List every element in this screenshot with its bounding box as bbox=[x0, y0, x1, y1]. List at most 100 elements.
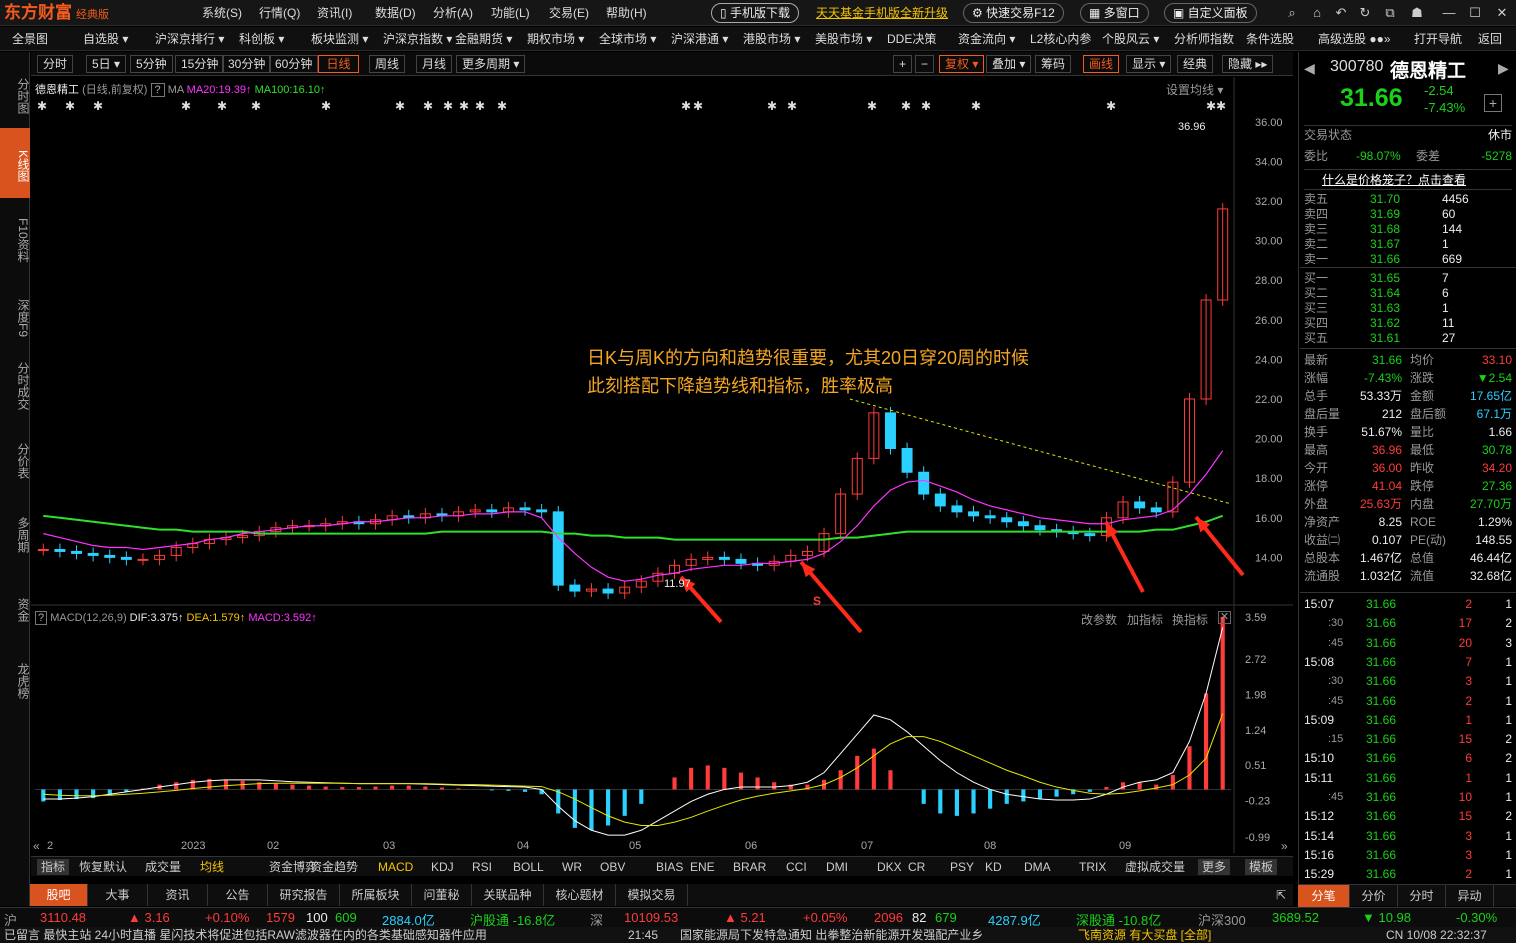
period-15min[interactable]: 15分钟 bbox=[175, 55, 225, 73]
period-more[interactable]: 更多周期 ▾ bbox=[456, 55, 526, 73]
tab-tick-deals[interactable]: 分时成交 bbox=[0, 348, 30, 418]
scroll-right-icon[interactable]: » bbox=[1281, 839, 1288, 853]
event-marker[interactable]: ✱ bbox=[395, 99, 405, 113]
tab-dragon-tiger[interactable]: 龙虎榜 bbox=[0, 648, 30, 708]
btab-research[interactable]: 研究报告 bbox=[268, 884, 340, 906]
period-5day[interactable]: 5日 ▾ bbox=[86, 55, 127, 73]
zoom-in-button[interactable]: + bbox=[893, 55, 913, 73]
nav-hk[interactable]: 港股市场 ▾ bbox=[743, 31, 800, 47]
hide-button[interactable]: 隐藏 ▸▸ bbox=[1222, 55, 1274, 73]
indicator-tab-2[interactable]: 成交量 bbox=[145, 859, 181, 875]
event-marker[interactable]: ✱ bbox=[693, 99, 703, 113]
menu-quotes[interactable]: 行情(Q) bbox=[259, 4, 300, 22]
menu-news[interactable]: 资讯(I) bbox=[317, 4, 352, 22]
tab-f10[interactable]: F10资料 bbox=[0, 202, 30, 272]
screenshot-icon[interactable]: ⧉ bbox=[1382, 5, 1398, 21]
help-icon[interactable]: ? bbox=[150, 83, 165, 97]
period-5min[interactable]: 5分钟 bbox=[130, 55, 173, 73]
status-sz-index[interactable]: 10109.53 bbox=[624, 910, 678, 925]
indicator-tab-22[interactable]: TRIX bbox=[1079, 859, 1106, 875]
indicator-tab-24[interactable]: 更多 bbox=[1198, 859, 1231, 875]
add-watchlist-icon[interactable]: + bbox=[1484, 94, 1502, 112]
kline-chart-area[interactable]: 36.00 34.00 32.00 30.00 28.00 26.00 24.00 22.00… bbox=[31, 77, 1293, 853]
chips-button[interactable]: 筹码 bbox=[1035, 55, 1072, 73]
event-marker[interactable]: ✱ bbox=[93, 99, 103, 113]
nav-open-navigation[interactable]: 打开导航 bbox=[1414, 31, 1462, 47]
indicator-tab-23[interactable]: 虚拟成交量 bbox=[1125, 859, 1185, 875]
indicator-tab-0[interactable]: 指标 bbox=[37, 859, 70, 875]
maximize-icon[interactable]: ☐ bbox=[1467, 5, 1483, 21]
nav-futures[interactable]: 金融期货 ▾ bbox=[455, 31, 512, 47]
tab-kline[interactable]: K线图 bbox=[0, 128, 30, 198]
macd-close-icon[interactable]: ✕ bbox=[1218, 611, 1231, 624]
adjust-button[interactable]: 复权 ▾ bbox=[939, 55, 985, 73]
bid-row[interactable]: 买二 31.64 6 bbox=[1304, 286, 1512, 301]
status-sh-index[interactable]: 3110.48 bbox=[40, 910, 86, 925]
indicator-tab-7[interactable]: KDJ bbox=[431, 859, 454, 875]
rtab-alerts[interactable]: 异动 bbox=[1446, 885, 1494, 907]
indicator-tab-8[interactable]: RSI bbox=[472, 859, 492, 875]
event-marker[interactable]: ✱ bbox=[1206, 99, 1216, 113]
menu-data[interactable]: 数据(D) bbox=[375, 4, 416, 22]
nav-stock-wind[interactable]: 个股风云 ▾ bbox=[1102, 31, 1159, 47]
event-marker[interactable]: ✱ bbox=[497, 99, 507, 113]
macd-add-indicator[interactable]: 加指标 bbox=[1127, 611, 1163, 628]
nav-global[interactable]: 全球市场 ▾ bbox=[599, 31, 656, 47]
next-stock-icon[interactable]: ▶ bbox=[1498, 60, 1509, 77]
custom-panel-button[interactable]: ▣ 自定义面板 bbox=[1164, 3, 1257, 23]
indicator-tab-11[interactable]: OBV bbox=[600, 859, 625, 875]
nav-back[interactable]: 返回 bbox=[1478, 31, 1502, 47]
period-monthly[interactable]: 月线 bbox=[416, 55, 453, 73]
event-marker[interactable]: ✱ bbox=[251, 99, 261, 113]
multi-window-button[interactable]: ▦ 多窗口 bbox=[1080, 3, 1149, 23]
indicator-tab-21[interactable]: DMA bbox=[1024, 859, 1051, 875]
nav-advanced-screener[interactable]: 高级选股 ●●» bbox=[1318, 31, 1391, 47]
period-weekly[interactable]: 周线 bbox=[369, 55, 406, 73]
btab-announcements[interactable]: 公告 bbox=[208, 884, 268, 906]
menu-trade[interactable]: 交易(E) bbox=[549, 4, 589, 22]
event-marker[interactable]: ✱ bbox=[321, 99, 331, 113]
tab-price-table[interactable]: 分价表 bbox=[0, 428, 30, 488]
nav-star-market[interactable]: 科创板 ▾ bbox=[239, 31, 284, 47]
event-marker[interactable]: ✱ bbox=[1216, 99, 1226, 113]
indicator-tab-10[interactable]: WR bbox=[562, 859, 582, 875]
classic-button[interactable]: 经典 bbox=[1177, 55, 1214, 73]
indicator-tab-12[interactable]: BIAS bbox=[656, 859, 683, 875]
ask-row[interactable]: 卖一 31.66 669 bbox=[1304, 252, 1512, 267]
rtab-price[interactable]: 分价 bbox=[1350, 885, 1398, 907]
expand-icon[interactable]: ⇱ bbox=[1270, 884, 1292, 906]
indicator-tab-14[interactable]: BRAR bbox=[733, 859, 766, 875]
nav-us[interactable]: 美股市场 ▾ bbox=[815, 31, 872, 47]
nav-analyst-index[interactable]: 分析师指数 bbox=[1174, 31, 1234, 47]
nav-indices[interactable]: 沪深京指数 ▾ bbox=[383, 31, 452, 47]
event-marker[interactable]: ✱ bbox=[1106, 99, 1116, 113]
macd-menu-icon[interactable]: ? bbox=[35, 611, 48, 625]
rtab-ticks[interactable]: 分笔 bbox=[1298, 885, 1350, 907]
menu-analysis[interactable]: 分析(A) bbox=[433, 4, 473, 22]
event-marker[interactable]: ✱ bbox=[921, 99, 931, 113]
indicator-tab-17[interactable]: DKX bbox=[877, 859, 902, 875]
nav-l2[interactable]: L2核心内参 bbox=[1030, 31, 1091, 47]
nav-fund-flow[interactable]: 资金流向 ▾ bbox=[958, 31, 1015, 47]
scroll-left-icon[interactable]: « bbox=[33, 839, 40, 853]
event-marker[interactable]: ✱ bbox=[181, 99, 191, 113]
event-marker[interactable]: ✱ bbox=[459, 99, 469, 113]
close-icon[interactable]: ✕ bbox=[1494, 5, 1510, 21]
btab-guba[interactable]: 股吧 bbox=[30, 884, 88, 906]
nav-ranking[interactable]: 沪深京排行 ▾ bbox=[155, 31, 224, 47]
nav-connect[interactable]: 沪深港通 ▾ bbox=[671, 31, 728, 47]
indicator-tab-25[interactable]: 模板 bbox=[1245, 859, 1278, 875]
zoom-out-button[interactable]: − bbox=[915, 55, 935, 73]
tab-funds[interactable]: 资金 bbox=[0, 582, 30, 632]
back-icon[interactable]: ↶ bbox=[1333, 5, 1349, 21]
event-marker[interactable]: ✱ bbox=[971, 99, 981, 113]
rtab-time[interactable]: 分时 bbox=[1398, 885, 1446, 907]
home-icon[interactable]: ⌂ bbox=[1309, 5, 1325, 21]
bid-row[interactable]: 买四 31.62 11 bbox=[1304, 316, 1512, 331]
event-marker[interactable]: ✱ bbox=[867, 99, 877, 113]
news-alert[interactable]: 飞南资源 有大买盘 [全部] bbox=[1078, 927, 1211, 943]
fund-promo-link[interactable]: 天天基金手机版全新升级 bbox=[816, 4, 948, 22]
indicator-tab-13[interactable]: ENE bbox=[690, 859, 715, 875]
period-timeshare[interactable]: 分时 bbox=[37, 55, 74, 73]
nav-watchlist[interactable]: 自选股 ▾ bbox=[83, 31, 128, 47]
